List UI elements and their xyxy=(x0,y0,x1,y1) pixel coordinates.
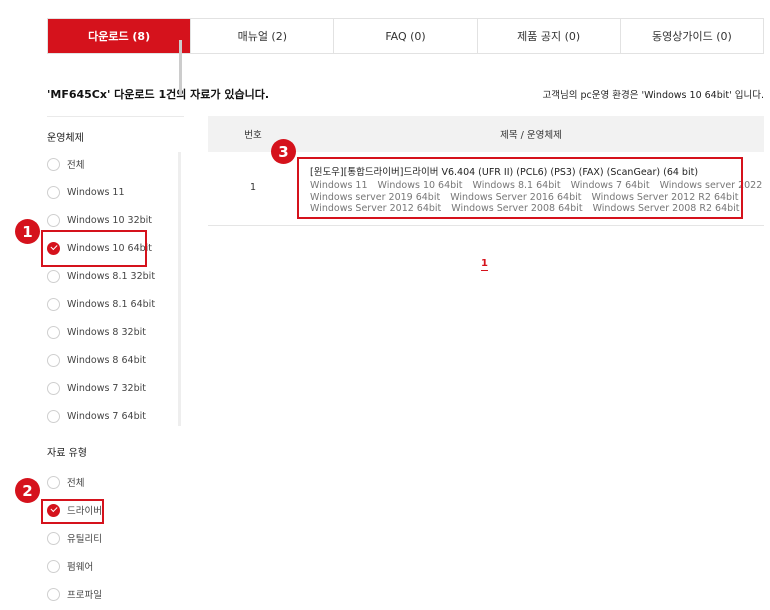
radio-icon xyxy=(47,213,60,227)
radio-icon xyxy=(47,353,60,367)
type-option-all[interactable]: 전체 xyxy=(47,470,84,494)
option-label: Windows 8 32bit xyxy=(67,326,146,338)
radio-icon xyxy=(47,297,60,311)
radio-icon xyxy=(47,475,60,489)
radio-icon xyxy=(47,157,60,171)
option-label: Windows 8.1 32bit xyxy=(67,270,156,282)
step-marker-2: 2 xyxy=(15,478,40,503)
radio-icon xyxy=(47,381,60,395)
step-marker-3: 3 xyxy=(271,139,296,164)
option-label: 유틸리티 xyxy=(67,534,102,545)
type-option-firmware[interactable]: 펌웨어 xyxy=(47,554,93,578)
radio-icon xyxy=(47,325,60,339)
content-tabs: 다운로드 (8) 매뉴얼 (2) FAQ (0) 제품 공지 (0) 동영상가이… xyxy=(47,18,764,54)
tab-faq[interactable]: FAQ (0) xyxy=(333,19,476,53)
option-label: 프로파일 xyxy=(67,590,102,601)
highlight-box-download xyxy=(297,157,743,219)
os-list-scrollbar[interactable] xyxy=(179,40,182,96)
option-label: Windows 8 64bit xyxy=(67,354,146,366)
pagination-page-1[interactable]: 1 xyxy=(481,258,488,271)
radio-icon xyxy=(47,559,60,573)
os-option-win11[interactable]: Windows 11 xyxy=(47,180,125,204)
radio-icon xyxy=(47,269,60,283)
os-option-all[interactable]: 전체 xyxy=(47,152,84,176)
tab-video-guide[interactable]: 동영상가이드 (0) xyxy=(619,19,763,53)
radio-icon xyxy=(47,409,60,423)
tab-manual[interactable]: 매뉴얼 (2) xyxy=(190,19,333,53)
os-option-win8-64[interactable]: Windows 8 64bit xyxy=(47,348,146,372)
result-headline: 'MF645Cx' 다운로드 1건의 자료가 있습니다. xyxy=(47,88,270,101)
pc-environment-text: 고객님의 pc운영 환경은 'Windows 10 64bit' 입니다. xyxy=(542,90,764,101)
step-marker-1: 1 xyxy=(15,219,40,244)
option-label: Windows 10 32bit xyxy=(67,214,153,226)
row-number: 1 xyxy=(249,182,257,193)
type-option-profile[interactable]: 프로파일 xyxy=(47,582,102,606)
option-label: 전체 xyxy=(67,478,85,489)
column-header-title: 제목 / 운영체제 xyxy=(500,130,562,141)
option-label: Windows 11 xyxy=(67,186,125,198)
os-option-win7-64[interactable]: Windows 7 64bit xyxy=(47,404,146,426)
os-filter-list[interactable]: 전체 Windows 11 Windows 10 32bit Windows 1… xyxy=(47,152,181,426)
type-option-utility[interactable]: 유틸리티 xyxy=(47,526,102,550)
os-filter-title: 운영체제 xyxy=(47,132,84,144)
sidebar-divider xyxy=(47,116,184,117)
tab-notice[interactable]: 제품 공지 (0) xyxy=(476,19,620,53)
radio-icon xyxy=(47,185,60,199)
highlight-box-os xyxy=(41,230,147,267)
os-option-win7-32[interactable]: Windows 7 32bit xyxy=(47,376,146,400)
radio-icon xyxy=(47,587,60,601)
highlight-box-type xyxy=(41,499,104,524)
tab-download[interactable]: 다운로드 (8) xyxy=(48,19,191,53)
option-label: 펌웨어 xyxy=(67,562,94,573)
os-option-win10-32[interactable]: Windows 10 32bit xyxy=(47,208,152,232)
os-option-win8-32[interactable]: Windows 8 32bit xyxy=(47,320,146,344)
type-filter-title: 자료 유형 xyxy=(47,447,87,459)
os-option-win81-64[interactable]: Windows 8.1 64bit xyxy=(47,292,155,316)
os-option-win81-32[interactable]: Windows 8.1 32bit xyxy=(47,264,155,288)
radio-icon xyxy=(47,531,60,545)
option-label: 전체 xyxy=(67,160,85,171)
option-label: Windows 7 64bit xyxy=(67,410,146,422)
option-label: Windows 7 32bit xyxy=(67,382,146,394)
option-label: Windows 8.1 64bit xyxy=(67,298,156,310)
